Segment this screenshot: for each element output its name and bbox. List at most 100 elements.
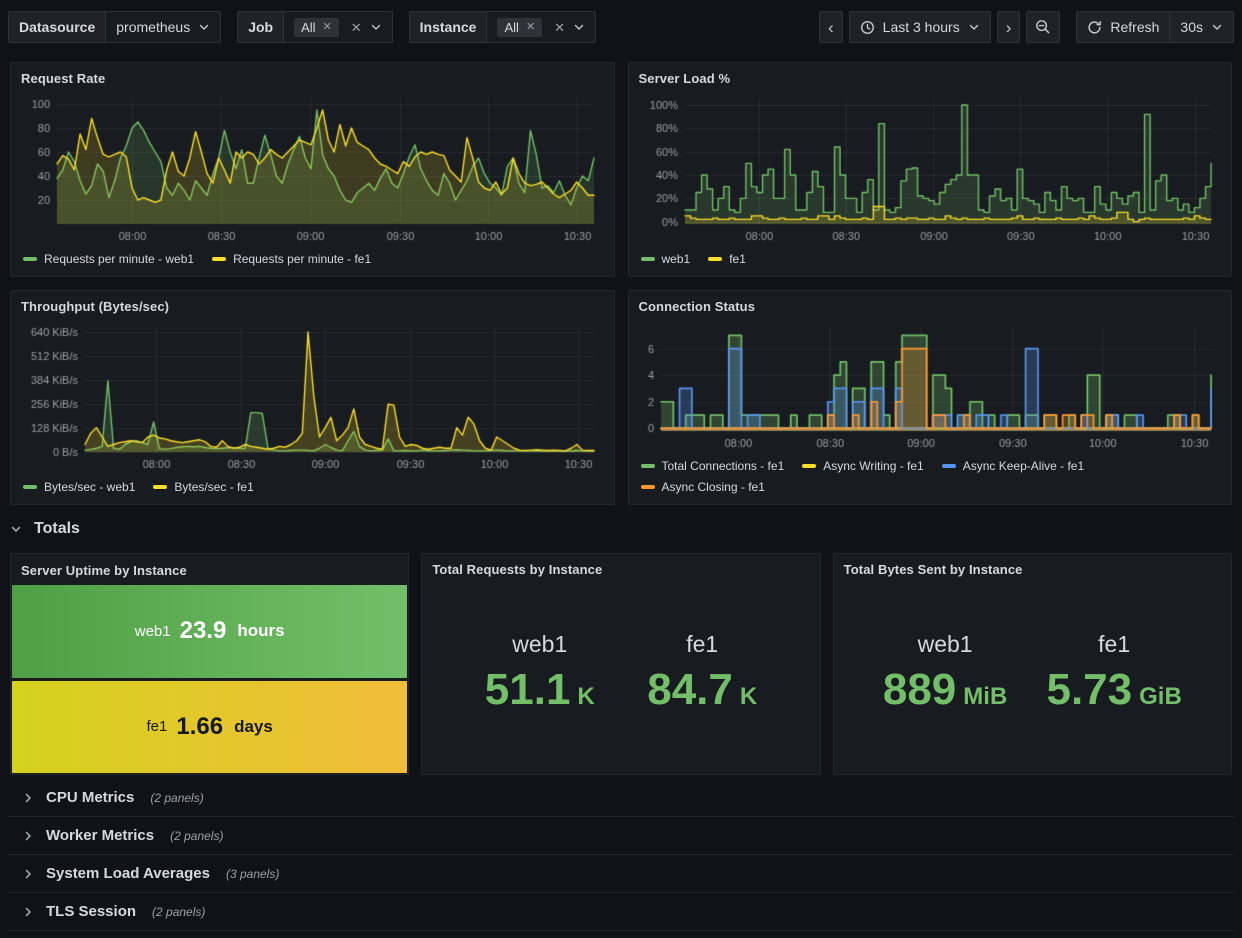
stat-value: 5.73 <box>1046 668 1132 712</box>
refresh-group: Refresh 30s <box>1076 11 1234 43</box>
connection-status-chart[interactable] <box>639 314 1222 455</box>
stat-value-row: 889 MiB <box>883 668 1007 712</box>
refresh-interval-select[interactable]: 30s <box>1170 11 1234 43</box>
legend-label: Requests per minute - fe1 <box>233 252 371 266</box>
stat-name: web1 <box>918 631 973 658</box>
datasource-value: prometheus <box>116 19 190 35</box>
legend: web1 fe1 <box>639 248 1222 268</box>
stat-web1: web1 51.1 K <box>485 631 595 712</box>
row-title: CPU Metrics <box>46 789 134 806</box>
legend-item[interactable]: Async Closing - fe1 <box>641 480 765 494</box>
legend: Bytes/sec - web1 Bytes/sec - fe1 <box>21 476 604 496</box>
legend-item[interactable]: web1 <box>641 252 691 266</box>
time-range-picker[interactable]: Last 3 hours <box>849 11 991 43</box>
row-system-load-averages[interactable]: System Load Averages (3 panels) <box>8 855 1234 893</box>
stat-name: fe1 <box>1098 631 1130 658</box>
stat-unit: MiB <box>963 683 1007 711</box>
legend-item[interactable]: Bytes/sec - web1 <box>23 480 135 494</box>
panel-title: Server Uptime by Instance <box>11 554 408 585</box>
bar-gauge-body: web1 23.9 hours fe1 1.66 days <box>11 585 408 774</box>
panel-title: Request Rate <box>21 71 604 86</box>
refresh-interval-value: 30s <box>1180 19 1203 35</box>
series-marker <box>641 257 655 261</box>
row-worker-metrics[interactable]: Worker Metrics (2 panels) <box>8 817 1234 855</box>
legend-item[interactable]: Total Connections - fe1 <box>641 459 785 473</box>
series-marker <box>153 485 167 489</box>
time-shift-forward-button[interactable]: › <box>997 11 1021 43</box>
legend-item[interactable]: Bytes/sec - fe1 <box>153 480 253 494</box>
remove-tag-icon[interactable]: ✕ <box>323 22 332 33</box>
chevron-right-icon <box>22 830 34 842</box>
clock-icon <box>860 20 875 35</box>
legend-item[interactable]: Async Keep-Alive - fe1 <box>942 459 1084 473</box>
chevron-down-icon <box>968 21 980 33</box>
panel-total-bytes: Total Bytes Sent by Instance web1 889 Mi… <box>833 553 1232 775</box>
request-rate-chart[interactable] <box>21 86 604 248</box>
panel-connection-status: Connection Status Total Connections - fe… <box>628 290 1233 505</box>
chevron-right-icon: › <box>1006 19 1012 36</box>
clear-selection-icon[interactable]: ✕ <box>554 21 565 34</box>
chevron-left-icon: ‹ <box>828 19 834 36</box>
chevron-right-icon <box>22 906 34 918</box>
dashboard-toolbar: Datasource prometheus Job All ✕ ✕ <box>0 0 1242 54</box>
panel-title: Server Load % <box>639 71 1222 86</box>
legend-item[interactable]: Requests per minute - fe1 <box>212 252 371 266</box>
chevron-down-icon <box>198 21 210 33</box>
chart-row-2: Throughput (Bytes/sec) Bytes/sec - web1 … <box>10 290 1232 505</box>
row-title: Totals <box>34 520 80 538</box>
legend-label: Total Connections - fe1 <box>662 459 785 473</box>
variable-controls: Datasource prometheus Job All ✕ ✕ <box>8 11 596 43</box>
tag-label: All <box>504 20 518 35</box>
legend-label: Async Writing - fe1 <box>823 459 923 473</box>
job-select[interactable]: All ✕ ✕ <box>284 11 393 43</box>
instance-selected-tag[interactable]: All ✕ <box>497 18 542 37</box>
clear-selection-icon[interactable]: ✕ <box>351 21 362 34</box>
stat-value-row: 5.73 GiB <box>1046 668 1181 712</box>
instance-select[interactable]: All ✕ ✕ <box>487 11 596 43</box>
datasource-select[interactable]: prometheus <box>106 11 221 43</box>
instance-variable: Instance All ✕ ✕ <box>409 11 596 43</box>
throughput-chart[interactable] <box>21 314 604 476</box>
series-marker <box>802 464 816 468</box>
datasource-label: Datasource <box>8 11 106 43</box>
series-marker <box>942 464 956 468</box>
row-cpu-metrics[interactable]: CPU Metrics (2 panels) <box>8 779 1234 817</box>
legend-label: Async Closing - fe1 <box>662 480 765 494</box>
panel-server-uptime: Server Uptime by Instance web1 23.9 hour… <box>10 553 409 775</box>
job-variable: Job All ✕ ✕ <box>237 11 392 43</box>
stat-value-row: 51.1 K <box>485 668 595 712</box>
chevron-down-icon[interactable] <box>573 21 585 33</box>
chevron-down-icon[interactable] <box>370 21 382 33</box>
gauge-unit: hours <box>237 621 284 641</box>
collapsed-rows: CPU Metrics (2 panels) Worker Metrics (2… <box>8 779 1234 931</box>
panel-title: Throughput (Bytes/sec) <box>21 299 604 314</box>
series-marker <box>23 257 37 261</box>
row-totals-header[interactable]: Totals <box>10 505 1232 553</box>
tag-label: All <box>301 20 315 35</box>
legend-item[interactable]: Requests per minute - web1 <box>23 252 194 266</box>
legend-item[interactable]: fe1 <box>708 252 746 266</box>
legend-item[interactable]: Async Writing - fe1 <box>802 459 923 473</box>
legend: Requests per minute - web1 Requests per … <box>21 248 604 268</box>
time-shift-back-button[interactable]: ‹ <box>819 11 843 43</box>
chevron-right-icon <box>22 792 34 804</box>
zoom-out-button[interactable] <box>1026 11 1060 43</box>
stat-unit: GiB <box>1139 683 1182 711</box>
chevron-right-icon <box>22 868 34 880</box>
row-panel-count: (3 panels) <box>226 867 279 881</box>
stat-value: 889 <box>883 668 956 712</box>
stat-unit: K <box>740 683 757 711</box>
stat-fe1: fe1 84.7 K <box>647 631 757 712</box>
refresh-icon <box>1087 20 1102 35</box>
row-tls-session[interactable]: TLS Session (2 panels) <box>8 893 1234 931</box>
server-load-chart[interactable] <box>639 86 1222 248</box>
refresh-label: Refresh <box>1110 19 1159 35</box>
stat-value-row: 84.7 K <box>647 668 757 712</box>
remove-tag-icon[interactable]: ✕ <box>526 22 535 33</box>
job-selected-tag[interactable]: All ✕ <box>294 18 339 37</box>
instance-label: Instance <box>409 11 488 43</box>
gauge-web1: web1 23.9 hours <box>12 585 407 678</box>
legend-label: Async Keep-Alive - fe1 <box>963 459 1084 473</box>
refresh-button[interactable]: Refresh <box>1076 11 1170 43</box>
gauge-name: fe1 <box>147 718 168 735</box>
